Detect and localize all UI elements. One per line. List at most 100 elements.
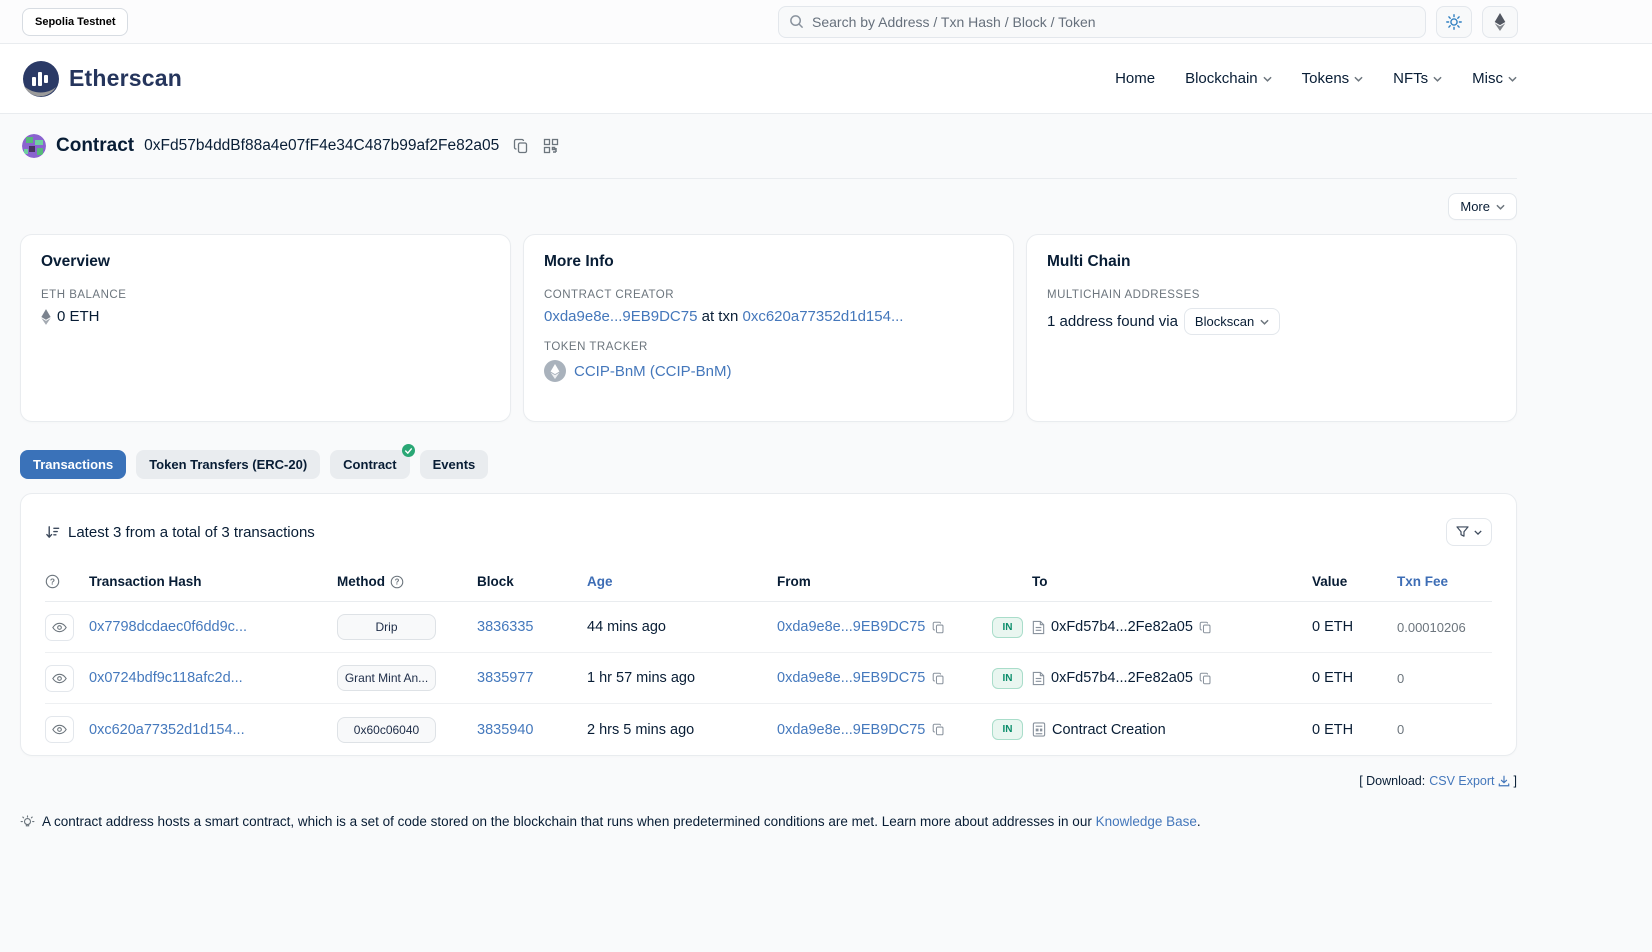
value-text: 0 ETH xyxy=(1312,619,1397,635)
search-icon xyxy=(789,14,804,29)
chevron-down-icon xyxy=(1263,76,1272,82)
tab-token-transfers[interactable]: Token Transfers (ERC-20) xyxy=(136,450,320,479)
table-row: 0x7798dcdaec0f6dd9c... Drip 3836335 44 m… xyxy=(45,602,1492,653)
age-text: 44 mins ago xyxy=(587,619,777,635)
copy-from-icon[interactable] xyxy=(932,621,945,634)
block-link[interactable]: 3836335 xyxy=(477,619,533,635)
col-to: To xyxy=(1032,574,1312,589)
header-help-icon: ? xyxy=(45,574,89,589)
knowledge-base-link[interactable]: Knowledge Base xyxy=(1096,814,1197,829)
eth-balance-value: 0 ETH xyxy=(41,308,490,325)
from-address-link[interactable]: 0xda9e8e...9EB9DC75 xyxy=(777,722,925,738)
creator-txn-link[interactable]: 0xc620a77352d1d154... xyxy=(742,308,903,325)
txn-hash-link[interactable]: 0xc620a77352d1d154... xyxy=(89,722,245,738)
etherscan-logo[interactable]: Etherscan xyxy=(22,60,182,98)
txn-hash-link[interactable]: 0x0724bdf9c118afc2d... xyxy=(89,670,243,686)
contract-address: 0xFd57b4ddBf88a4e07fF4e34C487b99af2Fe82a… xyxy=(144,137,499,155)
csv-export-link[interactable]: CSV Export xyxy=(1429,774,1509,788)
nav-tokens[interactable]: Tokens xyxy=(1302,70,1364,87)
search-input[interactable] xyxy=(812,14,1415,30)
col-age[interactable]: Age xyxy=(587,574,777,589)
tab-contract[interactable]: Contract xyxy=(330,450,409,479)
overview-card: Overview ETH BALANCE 0 ETH xyxy=(20,234,511,422)
txn-hash-link[interactable]: 0x7798dcdaec0f6dd9c... xyxy=(89,619,247,635)
token-tracker-label: TOKEN TRACKER xyxy=(544,341,993,353)
nav-blockchain[interactable]: Blockchain xyxy=(1185,70,1272,87)
preview-eye-button[interactable] xyxy=(45,665,74,692)
from-address-link[interactable]: 0xda9e8e...9EB9DC75 xyxy=(777,670,925,686)
copy-address-icon[interactable] xyxy=(513,138,529,154)
etherscan-logo-icon xyxy=(22,60,60,98)
svg-text:?: ? xyxy=(50,576,55,586)
chevron-down-icon xyxy=(1496,204,1505,210)
method-badge: Drip xyxy=(337,614,436,640)
funnel-icon xyxy=(1456,526,1469,538)
contract-avatar xyxy=(22,134,46,158)
contract-header: Contract 0xFd57b4ddBf88a4e07fF4e34C487b9… xyxy=(20,114,1517,158)
copy-from-icon[interactable] xyxy=(932,723,945,736)
to-address-text: Contract Creation xyxy=(1052,722,1166,738)
value-text: 0 ETH xyxy=(1312,670,1397,686)
from-address-link[interactable]: 0xda9e8e...9EB9DC75 xyxy=(777,619,925,635)
contract-creation-icon xyxy=(1032,722,1046,737)
brand-name: Etherscan xyxy=(69,65,182,92)
multichain-addresses-label: MULTICHAIN ADDRESSES xyxy=(1047,289,1496,301)
tab-transactions[interactable]: Transactions xyxy=(20,450,126,479)
search-box[interactable] xyxy=(778,6,1426,38)
txn-fee-text: 0 xyxy=(1397,722,1492,737)
preview-eye-button[interactable] xyxy=(45,716,74,743)
chevron-down-icon xyxy=(1474,530,1482,535)
copy-to-icon[interactable] xyxy=(1199,621,1212,634)
tab-bar: Transactions Token Transfers (ERC-20) Co… xyxy=(20,450,1517,479)
copy-from-icon[interactable] xyxy=(932,672,945,685)
footer-note-text: A contract address hosts a smart contrac… xyxy=(42,814,1092,829)
qr-code-icon[interactable] xyxy=(543,138,559,154)
theme-toggle-button[interactable] xyxy=(1436,6,1472,38)
block-link[interactable]: 3835977 xyxy=(477,670,533,686)
block-link[interactable]: 3835940 xyxy=(477,722,533,738)
page-title: Contract xyxy=(56,135,134,157)
filter-button[interactable] xyxy=(1446,518,1492,546)
nav-home[interactable]: Home xyxy=(1115,70,1155,87)
creator-at-txn-text: at txn xyxy=(702,308,739,325)
col-method[interactable]: Method ? xyxy=(337,574,477,589)
network-badge[interactable]: Sepolia Testnet xyxy=(22,8,128,36)
document-icon xyxy=(1032,671,1045,686)
col-transaction-hash: Transaction Hash xyxy=(89,574,337,589)
age-text: 2 hrs 5 mins ago xyxy=(587,722,777,738)
tx-table-body: 0x7798dcdaec0f6dd9c... Drip 3836335 44 m… xyxy=(45,602,1492,755)
eth-glyph-icon xyxy=(41,309,51,325)
sun-icon xyxy=(1446,14,1462,30)
tab-events[interactable]: Events xyxy=(420,450,489,479)
footer-note: A contract address hosts a smart contrac… xyxy=(20,814,1517,833)
contract-creator-value: 0xda9e8e...9EB9DC75 at txn 0xc620a77352d… xyxy=(544,308,993,325)
col-txn-fee[interactable]: Txn Fee xyxy=(1397,574,1492,589)
to-address-text: 0xFd57b4...2Fe82a05 xyxy=(1051,619,1193,635)
sort-icon xyxy=(45,525,60,540)
nav-nfts[interactable]: NFTs xyxy=(1393,70,1442,87)
token-icon xyxy=(544,360,566,382)
col-value: Value xyxy=(1312,574,1397,589)
method-badge: Grant Mint An... xyxy=(337,665,436,691)
blockscan-dropdown[interactable]: Blockscan xyxy=(1184,308,1280,335)
token-tracker-link[interactable]: CCIP-BnM (CCIP-BnM) xyxy=(574,363,732,380)
more-button[interactable]: More xyxy=(1448,193,1517,220)
more-info-title: More Info xyxy=(544,253,993,271)
creator-address-link[interactable]: 0xda9e8e...9EB9DC75 xyxy=(544,308,697,325)
ethereum-icon xyxy=(1494,13,1506,31)
txn-fee-text: 0.00010206 xyxy=(1397,620,1492,635)
download-icon xyxy=(1498,775,1510,787)
idea-bulb-icon xyxy=(20,815,35,833)
network-switch-button[interactable] xyxy=(1482,6,1518,38)
value-text: 0 ETH xyxy=(1312,722,1397,738)
footer-note-period: . xyxy=(1197,814,1201,829)
direction-badge: IN xyxy=(992,617,1023,638)
preview-eye-button[interactable] xyxy=(45,614,74,641)
table-row: 0xc620a77352d1d154... 0x60c06040 3835940… xyxy=(45,704,1492,755)
multichain-found-row: 1 address found via Blockscan xyxy=(1047,308,1496,335)
direction-badge: IN xyxy=(992,668,1023,689)
chevron-down-icon xyxy=(1433,76,1442,82)
copy-to-icon[interactable] xyxy=(1199,672,1212,685)
help-icon[interactable]: ? xyxy=(390,575,404,589)
nav-misc[interactable]: Misc xyxy=(1472,70,1517,87)
